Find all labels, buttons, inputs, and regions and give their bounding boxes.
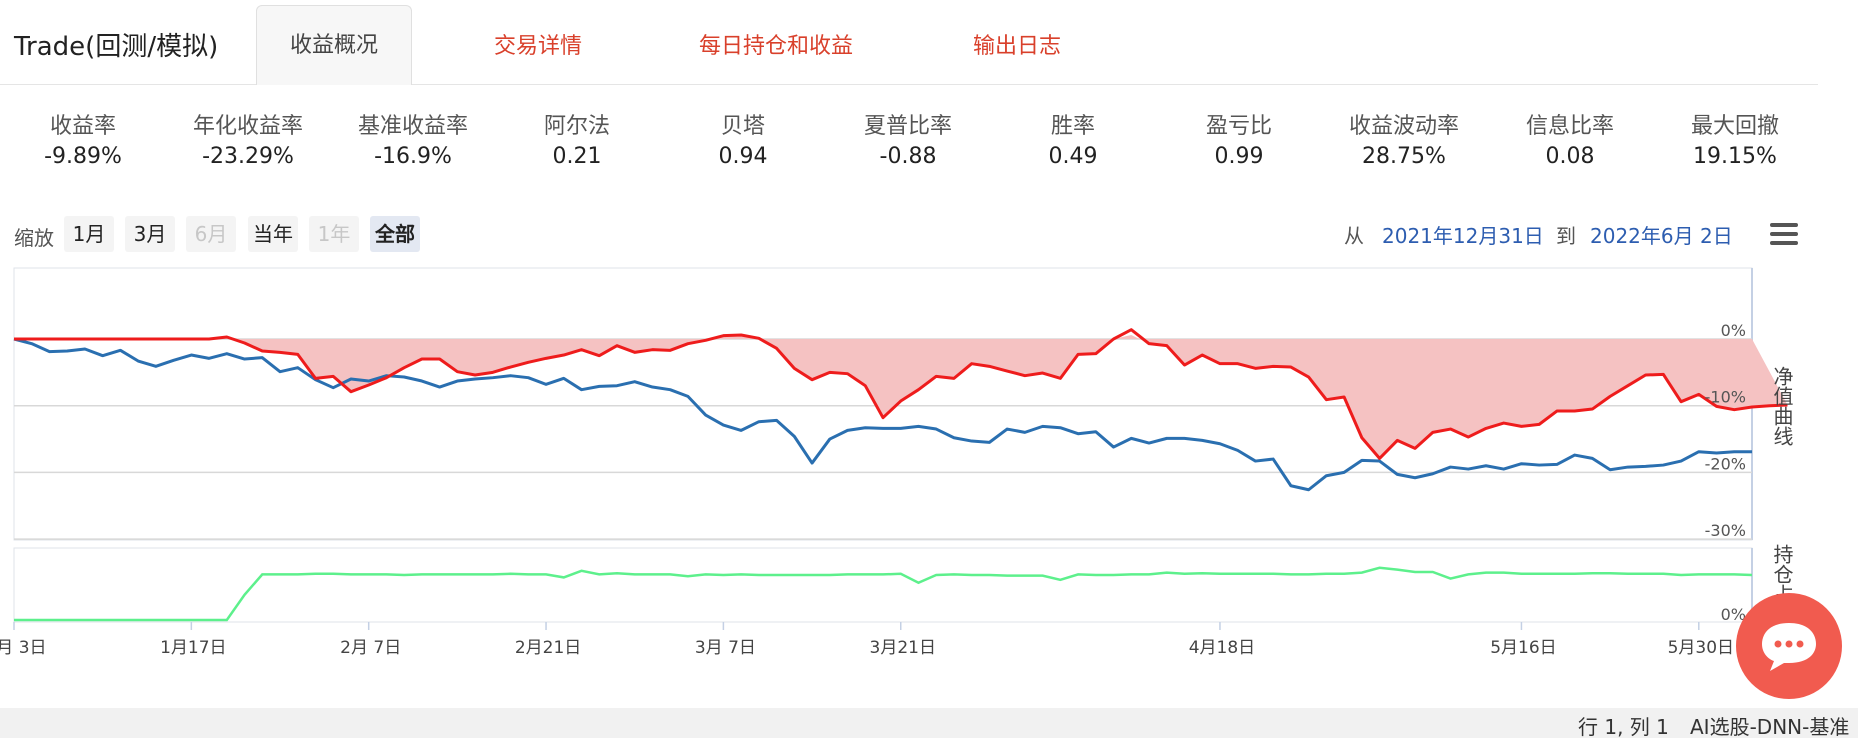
zoom-label: 缩放 (14, 226, 54, 250)
stat-annual-return: 年化收益率 -23.29% (165, 108, 331, 169)
tab-output-log[interactable]: 输出日志 (973, 28, 1061, 60)
stat-value: -16.9% (374, 144, 452, 169)
main-ylabel: 净值曲线 (1770, 366, 1794, 446)
stat-value: -0.88 (879, 144, 937, 169)
position-plot-frame (13, 547, 1753, 623)
x-tick-label: 1月 3日 (0, 638, 47, 658)
zoom-1m-button[interactable]: 1月 (64, 216, 114, 252)
x-tick-label: 5月30日 (1668, 638, 1734, 658)
stat-value: 0.99 (1214, 144, 1264, 169)
stat-label: 夏普比率 (863, 114, 952, 139)
cursor-position: 行 1, 列 1 (1578, 715, 1669, 739)
x-tick-label: 4月18日 (1189, 638, 1255, 658)
stat-value: 19.15% (1693, 144, 1777, 169)
x-tick-label: 3月21日 (870, 638, 936, 658)
x-tick-label: 2月21日 (515, 638, 581, 658)
to-date[interactable]: 2022年6月 2日 (1590, 224, 1733, 248)
range-from-label: 从 (1344, 220, 1364, 249)
chart: 0%-10%-20%-30%0%1月 3日1月17日2月 7日2月21日3月 7… (0, 267, 1794, 658)
stat-profit-loss-ratio: 盈亏比 0.99 (1156, 108, 1322, 169)
y-tick-label: -30% (1705, 521, 1746, 540)
stat-label: 收益率 (49, 114, 116, 139)
zoom-6m-button[interactable]: 6月 (186, 216, 236, 252)
stat-value: 0.94 (718, 144, 768, 169)
stat-max-drawdown: 最大回撤 19.15% (1652, 108, 1818, 169)
zoom-1y-button[interactable]: 1年 (309, 216, 359, 252)
y-tick-label: 0% (1721, 321, 1746, 340)
chat-button[interactable] (1736, 593, 1842, 699)
y-tick-label: -10% (1705, 388, 1746, 407)
y-tick-label: -20% (1705, 454, 1746, 473)
stat-label: 最大回撤 (1690, 114, 1779, 139)
stat-value: 0.21 (552, 144, 602, 169)
stat-label: 年化收益率 (192, 114, 303, 139)
stat-beta: 贝塔 0.94 (660, 108, 826, 169)
chat-bubble-icon (1762, 623, 1816, 671)
stat-value: -9.89% (44, 144, 122, 169)
from-label: 从 (1344, 224, 1364, 248)
zoom-3m-button[interactable]: 3月 (125, 216, 175, 252)
stat-volatility: 收益波动率 28.75% (1321, 108, 1487, 169)
range-to-label: 到 (1556, 220, 1576, 249)
range-from-input[interactable]: 2021年12月31日 (1382, 220, 1544, 249)
x-tick-label: 3月 7日 (695, 638, 756, 658)
position-ratio-line (14, 566, 1753, 622)
stat-value: 28.75% (1362, 144, 1446, 169)
tab-trade-details[interactable]: 交易详情 (494, 28, 582, 60)
status-bar: 行 1, 列 1 AI选股-DNN-基准 (0, 708, 1858, 739)
tab-overview[interactable]: 收益概况 (256, 5, 413, 85)
stat-return: 收益率 -9.89% (0, 108, 166, 169)
stat-label: 胜率 (1050, 114, 1095, 139)
stat-benchmark-return: 基准收益率 -16.9% (330, 108, 496, 169)
stat-label: 基准收益率 (357, 114, 468, 139)
stat-sharpe: 夏普比率 -0.88 (825, 108, 991, 169)
strategy-name: AI选股-DNN-基准 (1690, 715, 1850, 739)
stat-value: -23.29% (202, 144, 294, 169)
to-label: 到 (1556, 224, 1576, 248)
tab-daily-positions[interactable]: 每日持仓和收益 (699, 28, 853, 60)
stat-label: 收益波动率 (1348, 114, 1459, 139)
stat-information-ratio: 信息比率 0.08 (1487, 108, 1653, 169)
from-date[interactable]: 2021年12月31日 (1382, 224, 1544, 248)
stat-label: 盈亏比 (1205, 114, 1272, 139)
stat-label: 阿尔法 (543, 114, 610, 139)
x-tick-label: 1月17日 (160, 638, 226, 658)
stat-label: 贝塔 (720, 114, 765, 139)
zoom-ytd-button[interactable]: 当年 (248, 216, 298, 252)
range-to-input[interactable]: 2022年6月 2日 (1590, 220, 1733, 249)
stat-value: 0.08 (1545, 144, 1595, 169)
zoom-all-button[interactable]: 全部 (370, 216, 420, 252)
stat-label: 信息比率 (1525, 114, 1614, 139)
app-title: Trade(回测/模拟) (14, 32, 219, 62)
stat-value: 0.49 (1048, 144, 1098, 169)
tab-header: Trade(回测/模拟) 收益概况 交易详情 每日持仓和收益 输出日志 (0, 0, 1818, 85)
stats-row: 收益率 -9.89% 年化收益率 -23.29% 基准收益率 -16.9% 阿尔法 0.… (0, 108, 1800, 172)
x-tick-label: 5月16日 (1490, 638, 1556, 658)
menu-icon[interactable] (1770, 223, 1798, 245)
stat-win-rate: 胜率 0.49 (990, 108, 1156, 169)
x-tick-label: 2月 7日 (340, 638, 401, 658)
stat-alpha: 阿尔法 0.21 (494, 108, 660, 169)
